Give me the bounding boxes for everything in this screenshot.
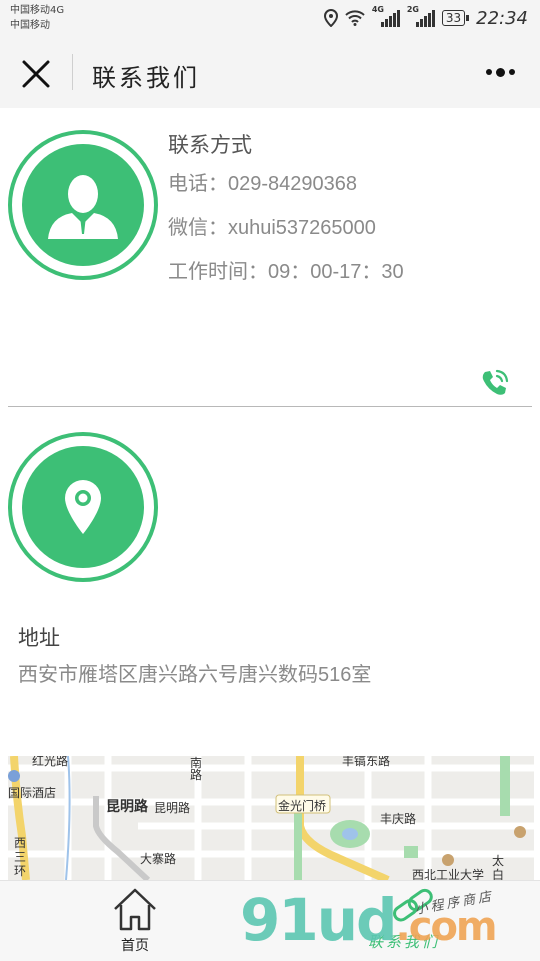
close-icon (22, 60, 50, 88)
person-icon (48, 175, 118, 239)
contact-heading: 联系方式 (168, 134, 252, 157)
location-icon (323, 9, 338, 27)
wifi-icon (345, 10, 365, 26)
tab-home[interactable]: 首页 (100, 885, 170, 957)
address-avatar (8, 432, 158, 582)
map-label: 西北工业大学 (412, 868, 485, 880)
watermark-logo-main: 91ud (240, 886, 398, 954)
section-divider (8, 406, 532, 407)
map-label: 路 (190, 768, 203, 782)
page-title: 联系我们 (92, 64, 200, 92)
more-dot-icon (509, 69, 515, 75)
contact-wechat: 微信：xuhui537265000 (168, 217, 376, 239)
map-label: 国际酒店 (8, 786, 57, 800)
location-pin-icon (65, 480, 101, 534)
nav-divider (72, 54, 73, 90)
signal-2g-icon: 2G (407, 5, 435, 27)
map-label: 环 (14, 864, 27, 878)
more-dot-icon (496, 67, 505, 77)
map-view[interactable]: 红光路 南 路 国际酒店 昆明路 昆明路 丰镐东路 金光门桥 丰庆路 大寨路 西… (8, 756, 534, 880)
map-label: 大寨路 (140, 852, 177, 866)
contact-avatar (8, 130, 158, 280)
map-label: 昆明路 (154, 801, 191, 815)
status-bar: 中国移动4G 中国移动 4G 2G 33 22:34 (0, 0, 540, 36)
map-label: 白 (492, 868, 505, 880)
watermark: 91ud.com 小程序商店 (236, 884, 536, 960)
contact-phone: 电话：029-84290368 (168, 173, 358, 195)
map-label: 丰庆路 (380, 812, 417, 826)
carrier-primary: 中国移动4G (10, 5, 65, 16)
tab-home-label: 首页 (121, 938, 149, 954)
phone-call-icon (482, 369, 509, 395)
network-type-2: 2G (406, 5, 419, 14)
carrier-info: 中国移动4G 中国移动 (10, 3, 64, 33)
address-label: 地址 (18, 627, 60, 650)
battery-icon: 33 (441, 10, 470, 26)
signal-4g-icon: 4G (372, 5, 400, 27)
carrier-secondary: 中国移动 (10, 20, 50, 31)
map-label: 红光路 (32, 756, 69, 768)
address-text: 西安市雁塔区唐兴路六号唐兴数码516室 (18, 664, 372, 686)
home-icon (114, 888, 156, 931)
close-button[interactable] (18, 56, 54, 92)
call-button[interactable] (478, 366, 512, 400)
network-type-1: 4G (371, 5, 384, 14)
map-label: 金光门桥 (278, 799, 327, 813)
map-label: 昆明路 (106, 798, 148, 814)
clock: 22:34 (476, 7, 528, 29)
contact-hours: 工作时间：09：00-17：30 (168, 261, 404, 283)
contact-info: 联系方式 电话：029-84290368 微信：xuhui537265000 工… (168, 132, 404, 294)
navigation-bar: 联系我们 (0, 36, 540, 108)
more-dot-icon (486, 69, 492, 75)
more-options-button[interactable] (486, 62, 520, 82)
map-roads (8, 756, 534, 880)
status-icons: 4G 2G 33 22:34 (323, 5, 528, 30)
map-label: 丰镐东路 (342, 756, 391, 768)
